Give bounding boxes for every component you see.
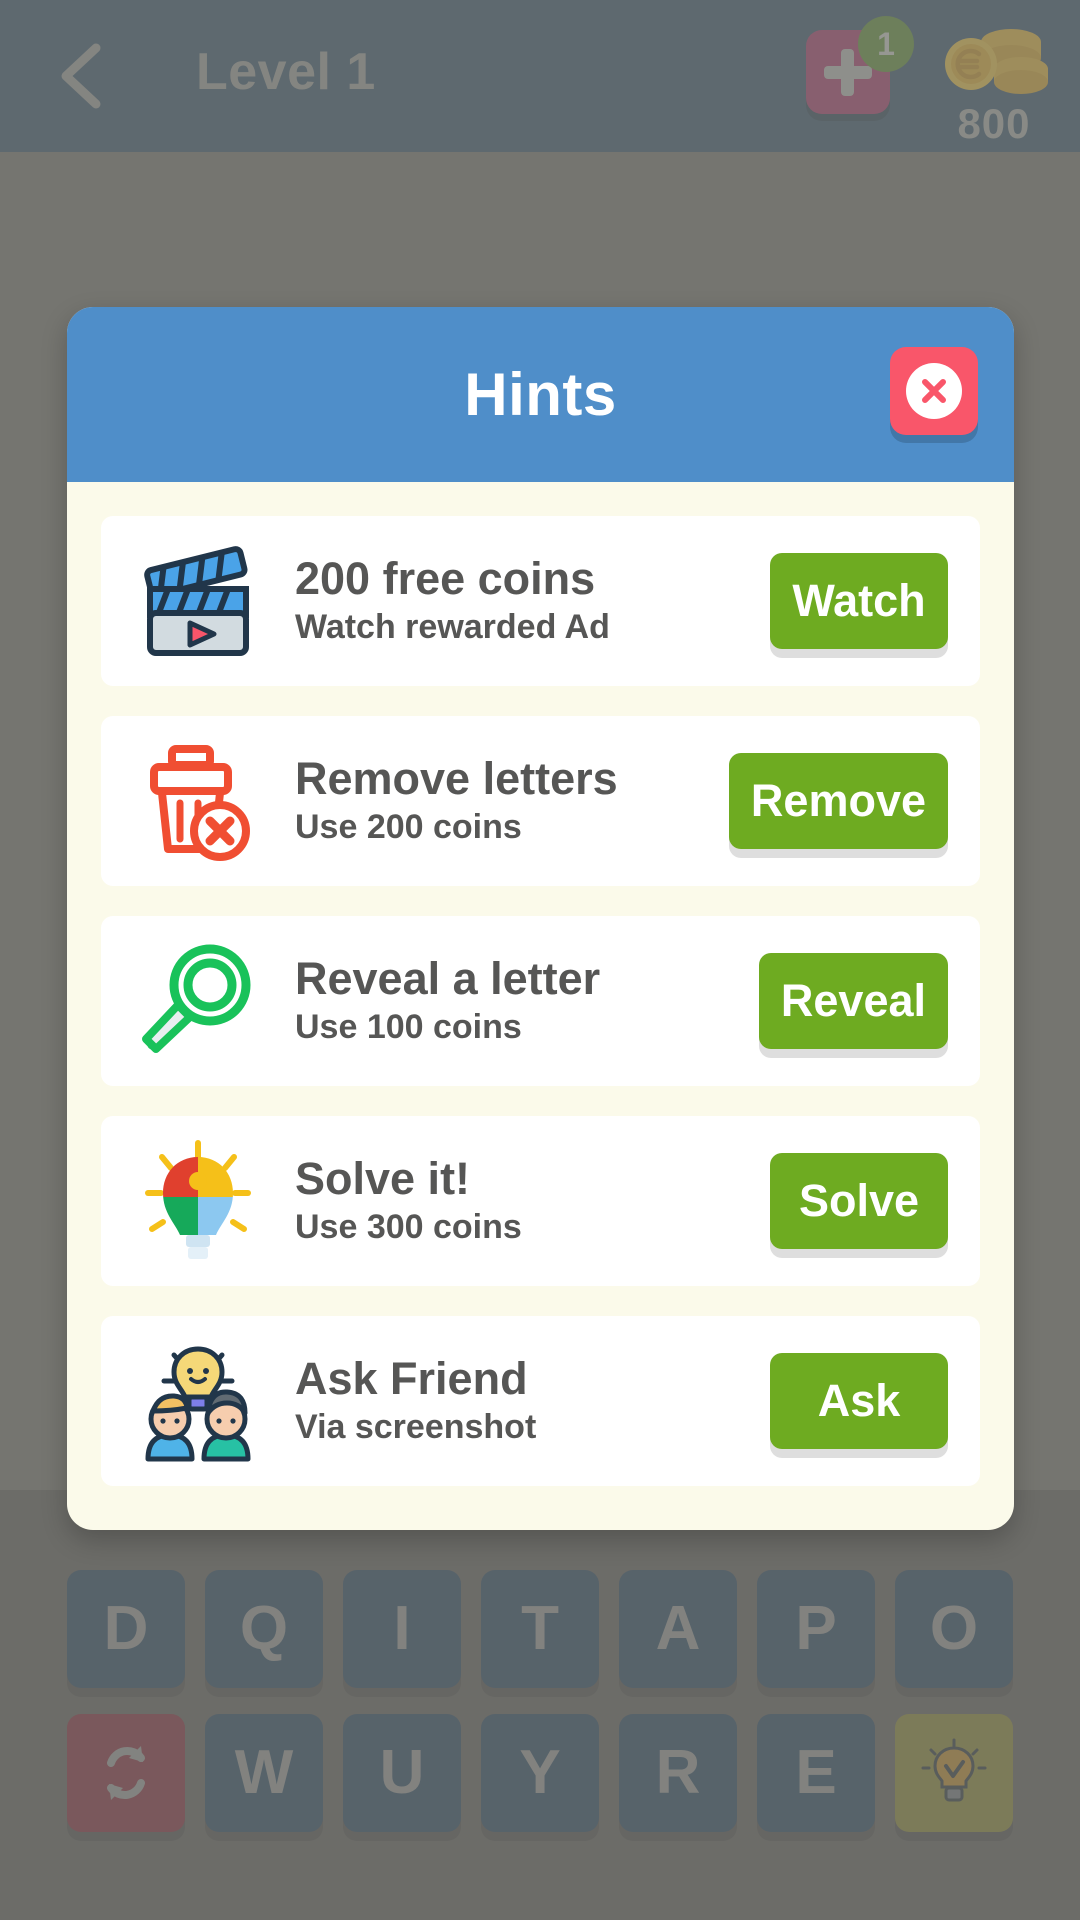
trash-remove-icon [150,745,250,861]
modal-overlay-lower [0,1490,1080,1920]
hint-icon-wrap [123,1331,273,1471]
watch-button[interactable]: Watch [770,553,948,649]
ask-button[interactable]: Ask [770,1353,948,1449]
hint-row-reveal-letter[interactable]: Reveal a letter Use 100 coins Reveal [101,916,980,1086]
solve-button[interactable]: Solve [770,1153,948,1249]
clapperboard-icon [144,546,249,656]
hint-text-wrap: Solve it! Use 300 coins [273,1154,770,1247]
close-icon-circle [906,363,962,419]
remove-button[interactable]: Remove [728,753,948,849]
friends-bulb-icon [145,1346,251,1462]
hint-text-wrap: Ask Friend Via screenshot [273,1354,770,1447]
hint-subtitle: Via screenshot [295,1407,537,1446]
hint-icon-wrap [123,1131,273,1271]
hint-title: Solve it! [295,1153,471,1205]
hint-action-wrap: Remove [728,753,952,849]
close-icon [922,379,946,403]
hint-text-wrap: Reveal a letter Use 100 coins [273,954,759,1047]
hint-icon-wrap [123,731,273,871]
dialog-header: Hints [67,307,1014,482]
reveal-button[interactable]: Reveal [758,953,948,1049]
hint-row-remove-letters[interactable]: Remove letters Use 200 coins Remove [101,716,980,886]
hint-title: Reveal a letter [295,953,601,1005]
hint-title: 200 free coins [295,553,596,605]
hint-title: Remove letters [295,753,618,805]
hint-row-solve-it[interactable]: Solve it! Use 300 coins Solve [101,1116,980,1286]
hint-subtitle: Use 200 coins [295,807,522,846]
hint-subtitle: Use 300 coins [295,1207,522,1246]
magnifier-icon [142,944,251,1053]
hint-icon-wrap [123,931,273,1071]
hints-list: 200 free coins Watch rewarded Ad Watch R… [67,482,1014,1530]
dialog-title: Hints [464,361,617,428]
hint-row-ask-friend[interactable]: Ask Friend Via screenshot Ask [101,1316,980,1486]
hint-action-wrap: Reveal [758,953,952,1049]
close-button[interactable] [890,347,978,435]
hint-row-watch-ad[interactable]: 200 free coins Watch rewarded Ad Watch [101,516,980,686]
hints-dialog: Hints 200 free coins Watch rewarded Ad W… [67,307,1014,1530]
hint-text-wrap: 200 free coins Watch rewarded Ad [273,554,770,647]
puzzle-bulb-icon [145,1140,251,1259]
hint-action-wrap: Watch [770,553,952,649]
hint-action-wrap: Ask [770,1353,952,1449]
hint-icon-wrap [123,531,273,671]
hint-text-wrap: Remove letters Use 200 coins [273,754,729,847]
hint-subtitle: Use 100 coins [295,1007,522,1046]
hint-action-wrap: Solve [770,1153,952,1249]
hint-subtitle: Watch rewarded Ad [295,607,610,646]
hint-title: Ask Friend [295,1353,528,1405]
game-screen: Level 1 1 800 D Q [0,0,1080,1920]
